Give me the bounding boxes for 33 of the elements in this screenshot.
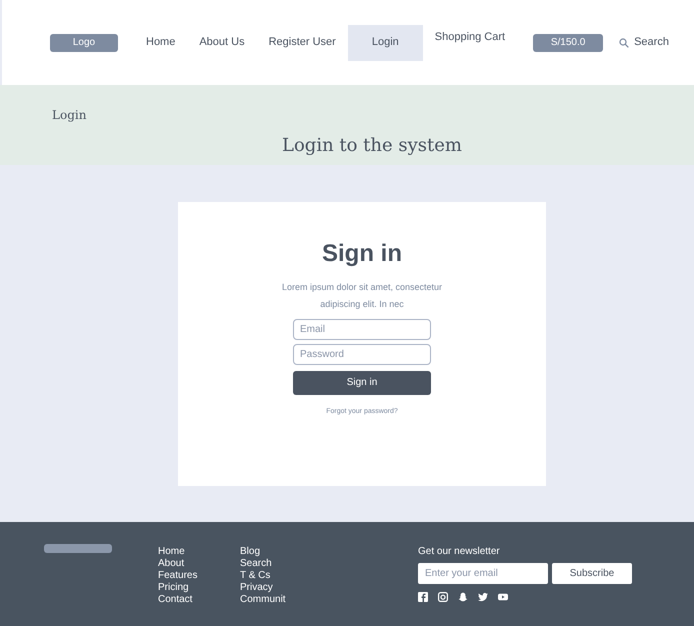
snapchat-icon[interactable]	[458, 592, 468, 602]
nav-link[interactable]: About Us	[187, 24, 257, 60]
breadcrumb: Login	[52, 107, 86, 124]
instagram-icon[interactable]	[438, 592, 448, 602]
footer-logo	[44, 544, 112, 553]
signin-text: Lorem ipsum dolor sit amet, consectetur adipiscing elit. In nec	[280, 280, 444, 311]
footer-link[interactable]: Search	[240, 558, 322, 570]
newsletter-title: Get our newsletter	[418, 545, 501, 559]
footer-link[interactable]: Features	[158, 570, 240, 582]
search-icon	[620, 38, 629, 48]
twitter-icon[interactable]	[478, 592, 488, 602]
signin-button[interactable]: Sign in	[293, 370, 431, 395]
nav-link[interactable]: Register User	[256, 24, 348, 60]
nav-link[interactable]: Shopping Cart	[422, 24, 518, 60]
email-field[interactable]: Email	[293, 318, 431, 340]
search-link[interactable]: Search	[619, 34, 669, 51]
footer-link[interactable]: Home	[158, 546, 240, 558]
footer-link[interactable]: Communit	[240, 594, 322, 606]
facebook-icon[interactable]	[418, 592, 428, 602]
nav-link[interactable]: Login	[348, 24, 423, 60]
footer-link[interactable]: Pricing	[158, 582, 240, 594]
subscribe-button[interactable]: Subscribe	[552, 563, 632, 584]
youtube-icon[interactable]	[498, 592, 508, 602]
page-title: Login to the system	[281, 135, 463, 157]
nav-link[interactable]: Home	[134, 24, 188, 60]
footer-link[interactable]: Blog	[240, 546, 322, 558]
footer-link[interactable]: Privacy	[240, 582, 322, 594]
password-field[interactable]: Password	[293, 344, 431, 365]
footer-link[interactable]: T & Cs	[240, 570, 322, 582]
signin-title: Sign in	[322, 240, 402, 269]
footer-link[interactable]: About	[158, 558, 240, 570]
footer-link[interactable]: Contact	[158, 594, 240, 606]
newsletter-email-field[interactable]: Enter your email	[418, 563, 548, 584]
